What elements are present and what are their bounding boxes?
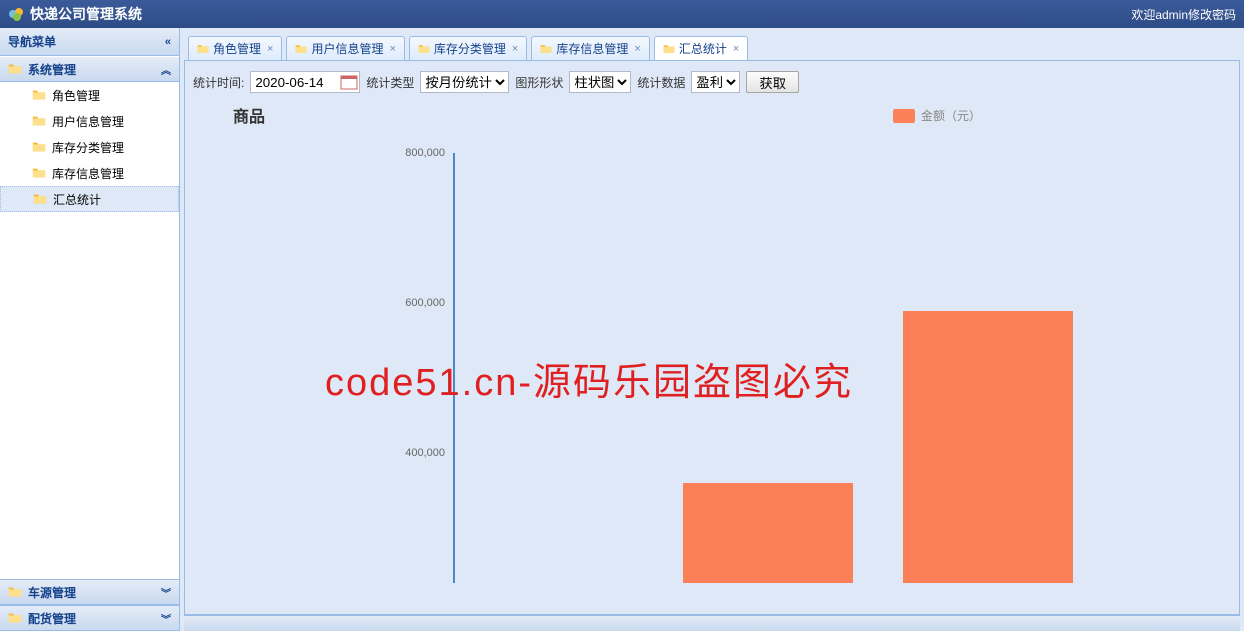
folder-icon — [540, 43, 552, 55]
close-icon[interactable]: × — [389, 43, 395, 55]
type-select[interactable]: 按月份统计 — [420, 71, 509, 93]
folder-icon — [8, 611, 22, 625]
fetch-button[interactable]: 获取 — [746, 71, 799, 93]
folder-icon — [33, 192, 47, 206]
tab-label: 库存分类管理 — [434, 40, 506, 57]
sidebar-item-label: 库存分类管理 — [52, 139, 124, 156]
close-icon[interactable]: × — [733, 43, 739, 55]
close-icon[interactable]: × — [267, 43, 273, 55]
legend-swatch — [893, 109, 915, 123]
bar-1 — [903, 311, 1073, 583]
sidebar: 导航菜单 « 系统管理 ︽ 角色管理 用户信息管理 — [0, 28, 180, 631]
bars-container — [453, 153, 1183, 583]
close-icon[interactable]: × — [634, 43, 640, 55]
folder-icon — [663, 43, 675, 55]
tab-user[interactable]: 用户信息管理 × — [286, 36, 404, 60]
tabstrip: 角色管理 × 用户信息管理 × 库存分类管理 × 库存信息管理 × 汇总统计 — [184, 32, 1240, 60]
folder-icon — [32, 88, 46, 102]
close-icon[interactable]: × — [512, 43, 518, 55]
y-tick: 600,000 — [405, 297, 445, 309]
sidebar-item-stock-info[interactable]: 库存信息管理 — [0, 160, 179, 186]
tab-role[interactable]: 角色管理 × — [188, 36, 282, 60]
accordion-body-system: 角色管理 用户信息管理 库存分类管理 库存信息管理 汇总统计 — [0, 82, 179, 579]
content-area: 角色管理 × 用户信息管理 × 库存分类管理 × 库存信息管理 × 汇总统计 — [180, 28, 1244, 631]
folder-icon — [8, 585, 22, 599]
sidebar-title: 导航菜单 — [8, 33, 56, 50]
accordion-title: 系统管理 — [28, 61, 76, 78]
accordion-title: 车源管理 — [28, 584, 76, 601]
sidebar-header: 导航菜单 « — [0, 28, 179, 56]
welcome-text[interactable]: 欢迎admin修改密码 — [1131, 6, 1236, 23]
chart-area: 商品 金额（元） 800,000 600,000 400,000 — [193, 103, 1231, 613]
calendar-icon[interactable] — [340, 73, 358, 91]
data-select[interactable]: 盈利 — [691, 71, 740, 93]
tab-label: 库存信息管理 — [556, 40, 628, 57]
app-logo-icon — [8, 6, 24, 22]
folder-icon — [418, 43, 430, 55]
y-tick: 400,000 — [405, 447, 445, 459]
statusbar — [184, 615, 1240, 631]
tab-summary[interactable]: 汇总统计 × — [654, 36, 748, 60]
bar-0 — [683, 483, 853, 583]
accordion-title: 配货管理 — [28, 610, 76, 627]
app-title-wrap: 快递公司管理系统 — [8, 4, 142, 24]
sidebar-item-stock-cat[interactable]: 库存分类管理 — [0, 134, 179, 160]
sidebar-item-label: 库存信息管理 — [52, 165, 124, 182]
sidebar-item-user[interactable]: 用户信息管理 — [0, 108, 179, 134]
chart-plot: 800,000 600,000 400,000 — [383, 153, 1183, 603]
sidebar-item-label: 用户信息管理 — [52, 113, 124, 130]
legend-label: 金额（元） — [921, 107, 981, 124]
data-label: 统计数据 — [637, 74, 685, 91]
folder-icon — [197, 43, 209, 55]
sidebar-item-role[interactable]: 角色管理 — [0, 82, 179, 108]
sidebar-item-summary[interactable]: 汇总统计 — [0, 186, 179, 212]
accordion-header-dispatch[interactable]: 配货管理 ︾ — [0, 605, 179, 631]
tab-label: 用户信息管理 — [311, 40, 383, 57]
chart-legend: 金额（元） — [893, 107, 981, 124]
tab-stock-cat[interactable]: 库存分类管理 × — [409, 36, 527, 60]
tab-stock-info[interactable]: 库存信息管理 × — [531, 36, 649, 60]
y-tick: 800,000 — [405, 147, 445, 159]
topbar: 快递公司管理系统 欢迎admin修改密码 — [0, 0, 1244, 28]
type-label: 统计类型 — [366, 74, 414, 91]
tab-label: 角色管理 — [213, 40, 261, 57]
folder-icon — [32, 140, 46, 154]
chevron-down-icon: ︾ — [161, 585, 171, 600]
chevron-up-icon: ︽ — [161, 62, 171, 77]
tab-body: 统计时间: 统计类型 按月份统计 图形形状 柱状图 统计数据 盈利 获取 商品 … — [184, 60, 1240, 615]
folder-icon — [32, 114, 46, 128]
sidebar-item-label: 汇总统计 — [53, 191, 101, 208]
sidebar-item-label: 角色管理 — [52, 87, 100, 104]
chart-title: 商品 — [233, 103, 1231, 127]
time-label: 统计时间: — [193, 74, 244, 91]
app-title: 快递公司管理系统 — [30, 4, 142, 24]
chevron-down-icon: ︾ — [161, 611, 171, 626]
accordion-header-system[interactable]: 系统管理 ︽ — [0, 56, 179, 82]
folder-icon — [295, 43, 307, 55]
folder-icon — [32, 166, 46, 180]
toolbar: 统计时间: 统计类型 按月份统计 图形形状 柱状图 统计数据 盈利 获取 — [193, 69, 1231, 95]
accordion-header-vehicle[interactable]: 车源管理 ︾ — [0, 579, 179, 605]
collapse-icon[interactable]: « — [165, 36, 171, 48]
shape-select[interactable]: 柱状图 — [569, 71, 631, 93]
y-axis: 800,000 600,000 400,000 — [383, 153, 453, 603]
folder-icon — [8, 62, 22, 76]
tab-label: 汇总统计 — [679, 40, 727, 57]
shape-label: 图形形状 — [515, 74, 563, 91]
